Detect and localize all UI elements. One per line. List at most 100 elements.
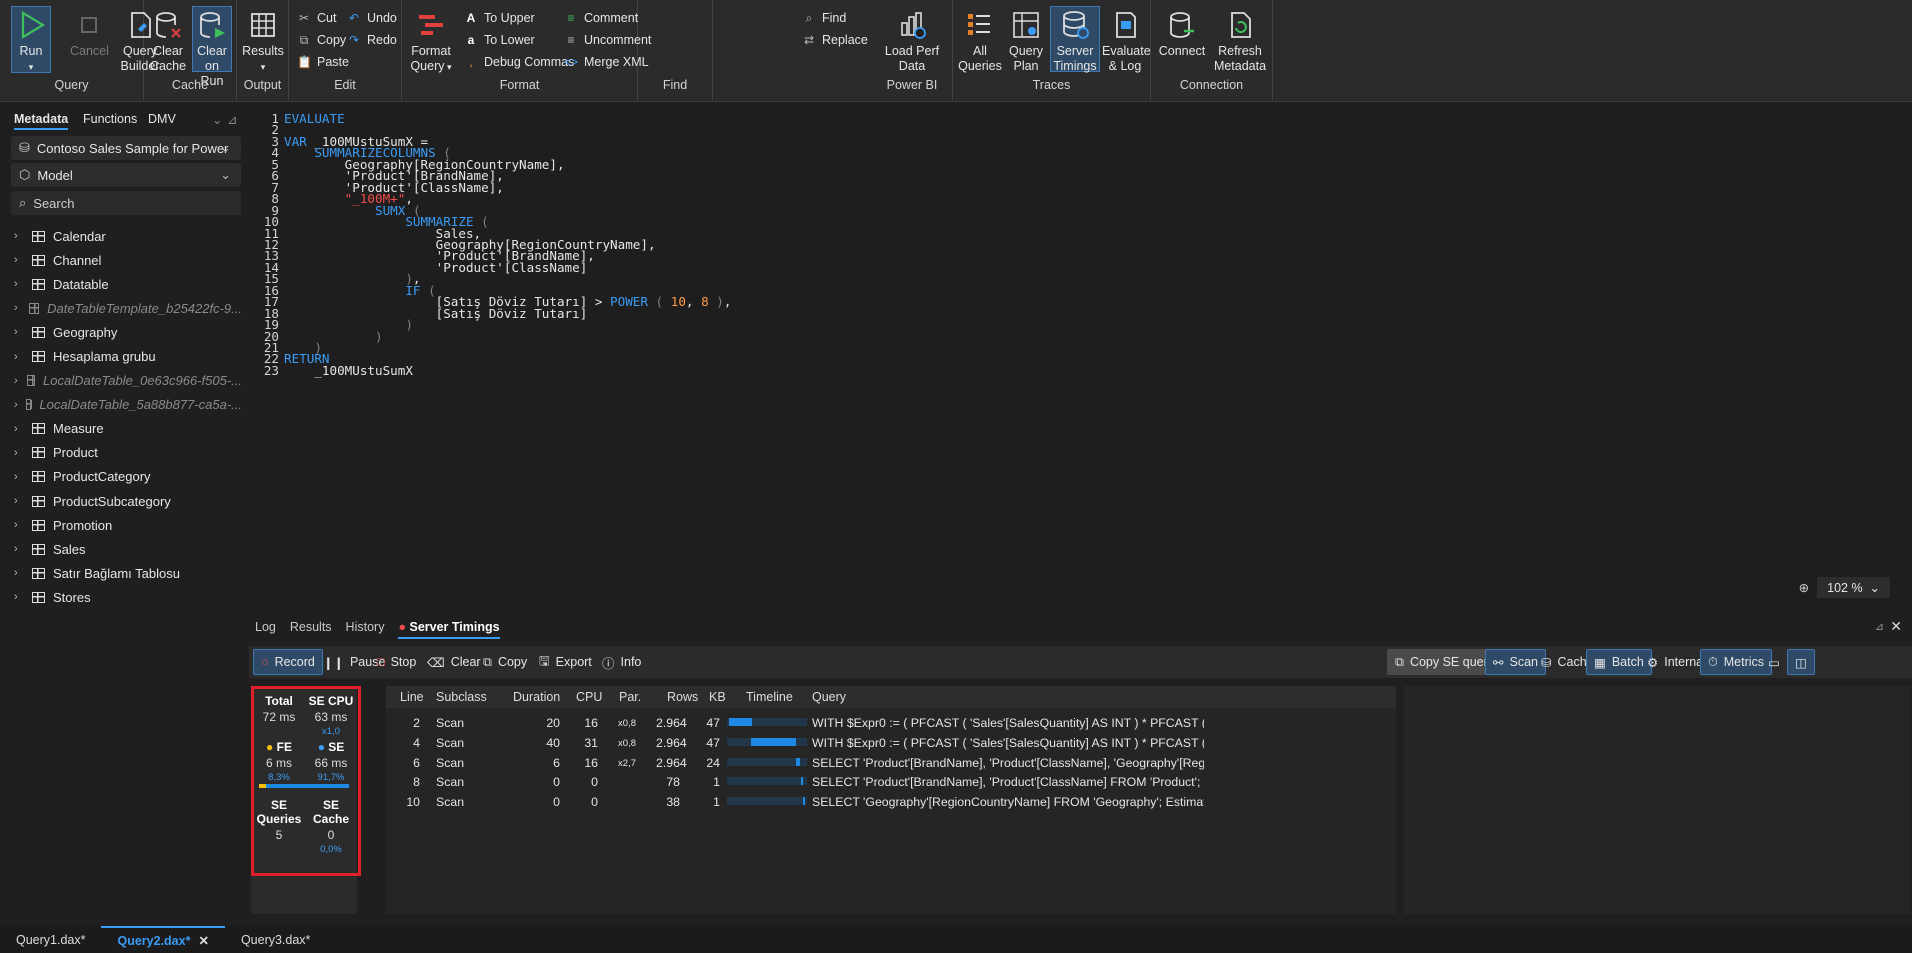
tab-server-timings[interactable]: ● Server Timings <box>398 620 500 639</box>
col-cpu[interactable]: CPU <box>576 690 602 704</box>
tree-item-table[interactable]: › Stores <box>14 585 242 609</box>
tree-item-table[interactable]: › Measure <box>14 417 242 441</box>
col-kb[interactable]: KB <box>709 690 726 704</box>
tree-item-table[interactable]: › Hesaplama grubu <box>14 344 242 368</box>
col-line[interactable]: Line <box>400 690 424 704</box>
cut-button[interactable]: ✂ Cut <box>297 8 336 28</box>
chevron-right-icon[interactable]: › <box>14 375 19 387</box>
record-button[interactable]: ○ Record <box>253 649 323 675</box>
find-button[interactable]: ⌕ Find <box>802 8 847 28</box>
table-row[interactable]: 8 Scan 0 0 78 1 SELECT 'Product'[BrandName], '… <box>386 771 1396 791</box>
replace-button[interactable]: ⇄ Replace <box>802 30 868 50</box>
undo-button[interactable]: ↶ Undo <box>347 8 397 28</box>
document-tab[interactable]: Query2.dax* ✕ <box>101 926 225 953</box>
chevron-right-icon[interactable]: › <box>14 399 18 411</box>
tab-metadata[interactable]: Metadata <box>14 112 69 130</box>
tree-item-table[interactable]: › Product <box>14 441 242 465</box>
chevron-right-icon[interactable]: › <box>14 423 24 435</box>
chevron-right-icon[interactable]: › <box>14 447 24 459</box>
tab-functions[interactable]: Functions <box>83 112 137 126</box>
copy-button[interactable]: ⧉ Copy <box>475 649 535 675</box>
run-button[interactable]: Run ▾ <box>11 6 51 73</box>
chevron-right-icon[interactable]: › <box>14 326 24 338</box>
code-editor[interactable]: ⊕ 102 % ⌄ 1 EVALUATE 2 3 VAR _100MUstuSumX =… <box>249 112 1904 606</box>
evaluate-log-button[interactable]: Evaluate & Log <box>1101 6 1151 73</box>
debug-commas-button[interactable]: , Debug Commas <box>464 52 574 72</box>
tree-item-table[interactable]: › ProductSubcategory <box>14 489 242 513</box>
export-button[interactable]: 🖫 Export <box>531 649 600 675</box>
chevron-right-icon[interactable]: › <box>14 351 24 363</box>
merge-xml-button[interactable]: <> Merge XML <box>564 52 649 72</box>
model-select[interactable]: ⬡ Model ⌄ <box>11 163 241 187</box>
close-icon[interactable]: ✕ <box>198 933 208 948</box>
results-button[interactable]: Results ▾ <box>241 6 285 72</box>
tree-item-table[interactable]: › Channel <box>14 248 242 272</box>
to-lower-button[interactable]: a To Lower <box>464 30 535 50</box>
tree-item-table[interactable]: › LocalDateTable_5a88b877-ca5a-... <box>14 393 242 417</box>
layout-vertical-icon[interactable]: ◫ <box>1787 649 1815 675</box>
copy-button[interactable]: ⧉ Copy <box>297 30 346 50</box>
col-rows[interactable]: Rows <box>667 690 698 704</box>
close-icon[interactable]: ✕ <box>1890 618 1902 635</box>
col-duration[interactable]: Duration <box>513 690 560 704</box>
clear-on-run-button[interactable]: Clear on Run <box>192 6 232 88</box>
pin-icon[interactable]: ⊿ <box>1875 620 1884 633</box>
tab-results[interactable]: Results <box>290 620 332 639</box>
chevron-right-icon[interactable]: › <box>14 591 24 603</box>
connect-button[interactable]: Connect <box>1157 6 1207 72</box>
cancel-button[interactable]: Cancel <box>69 6 109 72</box>
server-timings-button[interactable]: Server Timings <box>1050 6 1100 73</box>
format-query-button[interactable]: Format Query ▾ <box>406 6 456 73</box>
chevron-right-icon[interactable]: › <box>14 278 24 290</box>
table-row[interactable]: 6 Scan 6 16 x2,7 2.964 24 SELECT 'Product'[Bran… <box>386 752 1396 772</box>
refresh-metadata-button[interactable]: Refresh Metadata <box>1211 6 1269 73</box>
chevron-right-icon[interactable]: › <box>14 254 24 266</box>
panel-menu-icon[interactable]: ⌄ <box>212 112 222 127</box>
chevron-right-icon[interactable]: › <box>14 567 24 579</box>
search-input[interactable]: ⌕ Search <box>11 191 241 215</box>
table-row[interactable]: 10 Scan 0 0 38 1 SELECT 'Geography'[RegionCoun… <box>386 791 1396 811</box>
chevron-right-icon[interactable]: › <box>14 471 24 483</box>
chevron-right-icon[interactable]: › <box>14 519 24 531</box>
pin-icon[interactable]: ⊿ <box>227 112 237 127</box>
col-par[interactable]: Par. <box>619 690 641 704</box>
format-group-label: Format <box>499 78 540 92</box>
document-tab[interactable]: Query1.dax* <box>0 926 101 953</box>
info-button[interactable]: ⓘ Info <box>594 649 649 675</box>
stop-button[interactable]: □ Stop <box>369 649 424 675</box>
tab-history[interactable]: History <box>346 620 385 639</box>
chevron-right-icon[interactable]: › <box>14 495 24 507</box>
load-perf-data-button[interactable]: Load Perf Data <box>881 6 943 73</box>
database-select[interactable]: ⛁ Contoso Sales Sample for Power ⌄ <box>11 136 241 160</box>
tree-item-table[interactable]: › Satır Bağlamı Tablosu <box>14 561 242 585</box>
tree-item-table[interactable]: › Datatable <box>14 272 242 296</box>
to-upper-button[interactable]: A To Upper <box>464 8 535 28</box>
tree-item-table[interactable]: › Promotion <box>14 513 242 537</box>
query-plan-button[interactable]: Query Plan <box>1005 6 1047 73</box>
clear-cache-button[interactable]: Clear Cache <box>148 6 188 73</box>
tree-item-table[interactable]: › Sales <box>14 537 242 561</box>
col-query[interactable]: Query <box>812 690 846 704</box>
layout-horizontal-icon[interactable]: ▭ <box>1760 649 1788 675</box>
redo-button[interactable]: ↷ Redo <box>347 30 397 50</box>
tree-item-table[interactable]: › Geography <box>14 320 242 344</box>
document-tab[interactable]: Query3.dax* <box>225 926 326 953</box>
table-row[interactable]: 4 Scan 40 31 x0,8 2.964 47 WITH $Expr0 := ( PFC… <box>386 732 1396 752</box>
chevron-right-icon[interactable]: › <box>14 302 21 314</box>
tree-item-table[interactable]: › LocalDateTable_0e63c966-f505-... <box>14 369 242 393</box>
tree-item-table[interactable]: › ProductCategory <box>14 465 242 489</box>
zoom-control: ⊕ 102 % ⌄ <box>1799 577 1890 598</box>
table-row[interactable]: 2 Scan 20 16 x0,8 2.964 47 WITH $Expr0 := ( PFC… <box>386 712 1396 732</box>
tab-dmv[interactable]: DMV <box>148 112 176 126</box>
comment-button[interactable]: ≡ Comment <box>564 8 638 28</box>
zoom-select[interactable]: 102 % ⌄ <box>1817 577 1890 598</box>
chevron-right-icon[interactable]: › <box>14 230 24 242</box>
tree-item-table[interactable]: › DateTableTemplate_b25422fc-9... <box>14 296 242 320</box>
chevron-right-icon[interactable]: › <box>14 543 24 555</box>
paste-button[interactable]: 📋 Paste <box>297 52 349 72</box>
col-timeline[interactable]: Timeline <box>746 690 793 704</box>
tab-log[interactable]: Log <box>255 620 276 639</box>
col-subclass[interactable]: Subclass <box>436 690 487 704</box>
tree-item-table[interactable]: › Calendar <box>14 224 242 248</box>
all-queries-button[interactable]: All Queries <box>957 6 1003 73</box>
